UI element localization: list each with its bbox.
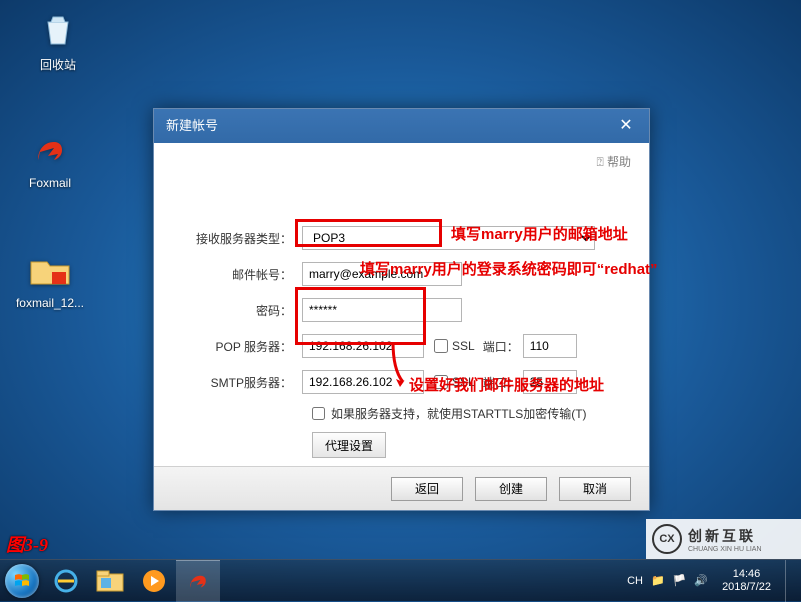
password-input[interactable] [302, 298, 462, 322]
server-type-select[interactable]: POP3 [302, 226, 595, 250]
pop-ssl-checkbox[interactable] [434, 339, 448, 353]
desktop-icon-foxmail-archive[interactable]: foxmail_12... [10, 248, 90, 310]
taskbar-ie-icon[interactable] [44, 560, 88, 602]
label-pop: POP 服务器： [176, 338, 302, 355]
windows-logo-icon [5, 564, 39, 598]
smtp-server-input[interactable] [302, 370, 424, 394]
taskbar-clock[interactable]: 14:46 2018/7/22 [716, 568, 777, 592]
foxmail-icon [28, 128, 72, 172]
label-account: 邮件帐号： [176, 266, 302, 283]
watermark-logo: CX 创新互联 CHUANG XIN HU LIAN [646, 519, 801, 559]
language-indicator[interactable]: CH [627, 575, 643, 587]
tray-flag-icon[interactable]: 🏳️ [673, 574, 687, 587]
pop-port-input[interactable] [523, 334, 577, 358]
show-desktop-button[interactable] [785, 560, 797, 602]
taskbar-foxmail-icon[interactable] [176, 560, 220, 602]
desktop-icon-label: Foxmail [10, 176, 90, 190]
label-smtp: SMTP服务器： [176, 374, 302, 391]
dialog-button-bar: 返回 创建 取消 [154, 466, 649, 510]
proxy-settings-button[interactable]: 代理设置 [312, 432, 386, 458]
new-account-dialog: 新建帐号 ✕ ⍰ 帮助 接收服务器类型： POP3 邮件帐号： 密码： POP … [153, 108, 650, 511]
label-server-type: 接收服务器类型： [176, 230, 302, 247]
desktop-icon-label: 回收站 [18, 56, 98, 73]
taskbar: CH 📁 🏳️ 🔊 14:46 2018/7/22 [0, 559, 801, 601]
ssl-label: SSL [452, 375, 475, 389]
starttls-label: 如果服务器支持，就使用STARTTLS加密传输(T) [331, 405, 587, 422]
figure-number: 图3-9 [6, 531, 48, 557]
cancel-button[interactable]: 取消 [559, 477, 631, 501]
help-link[interactable]: ⍰ 帮助 [596, 153, 631, 170]
pop-server-input[interactable] [302, 334, 424, 358]
taskbar-media-player-icon[interactable] [132, 560, 176, 602]
dialog-titlebar[interactable]: 新建帐号 ✕ [154, 109, 649, 143]
dialog-title: 新建帐号 [166, 118, 218, 133]
smtp-port-input[interactable] [523, 370, 577, 394]
desktop-icon-label: foxmail_12... [10, 296, 90, 310]
archive-folder-icon [28, 248, 72, 292]
smtp-ssl-checkbox[interactable] [434, 375, 448, 389]
create-button[interactable]: 创建 [475, 477, 547, 501]
system-tray: CH 📁 🏳️ 🔊 14:46 2018/7/22 [627, 560, 801, 602]
watermark-icon: CX [652, 524, 682, 554]
tray-volume-icon[interactable]: 🔊 [694, 574, 708, 587]
account-input[interactable] [302, 262, 462, 286]
close-icon[interactable]: ✕ [603, 109, 649, 143]
port-label: 端口： [483, 374, 519, 391]
recycle-bin-icon [36, 8, 80, 52]
watermark-brand: 创新互联 [688, 526, 762, 546]
label-password: 密码： [176, 302, 302, 319]
tray-folder-icon[interactable]: 📁 [651, 574, 665, 587]
start-button[interactable] [0, 560, 44, 602]
desktop-icon-foxmail[interactable]: Foxmail [10, 128, 90, 190]
taskbar-explorer-icon[interactable] [88, 560, 132, 602]
watermark-pinyin: CHUANG XIN HU LIAN [688, 546, 762, 553]
desktop-icon-recycle[interactable]: 回收站 [18, 8, 98, 73]
ssl-label: SSL [452, 339, 475, 353]
back-button[interactable]: 返回 [391, 477, 463, 501]
starttls-checkbox[interactable] [312, 407, 325, 420]
port-label: 端口： [483, 338, 519, 355]
